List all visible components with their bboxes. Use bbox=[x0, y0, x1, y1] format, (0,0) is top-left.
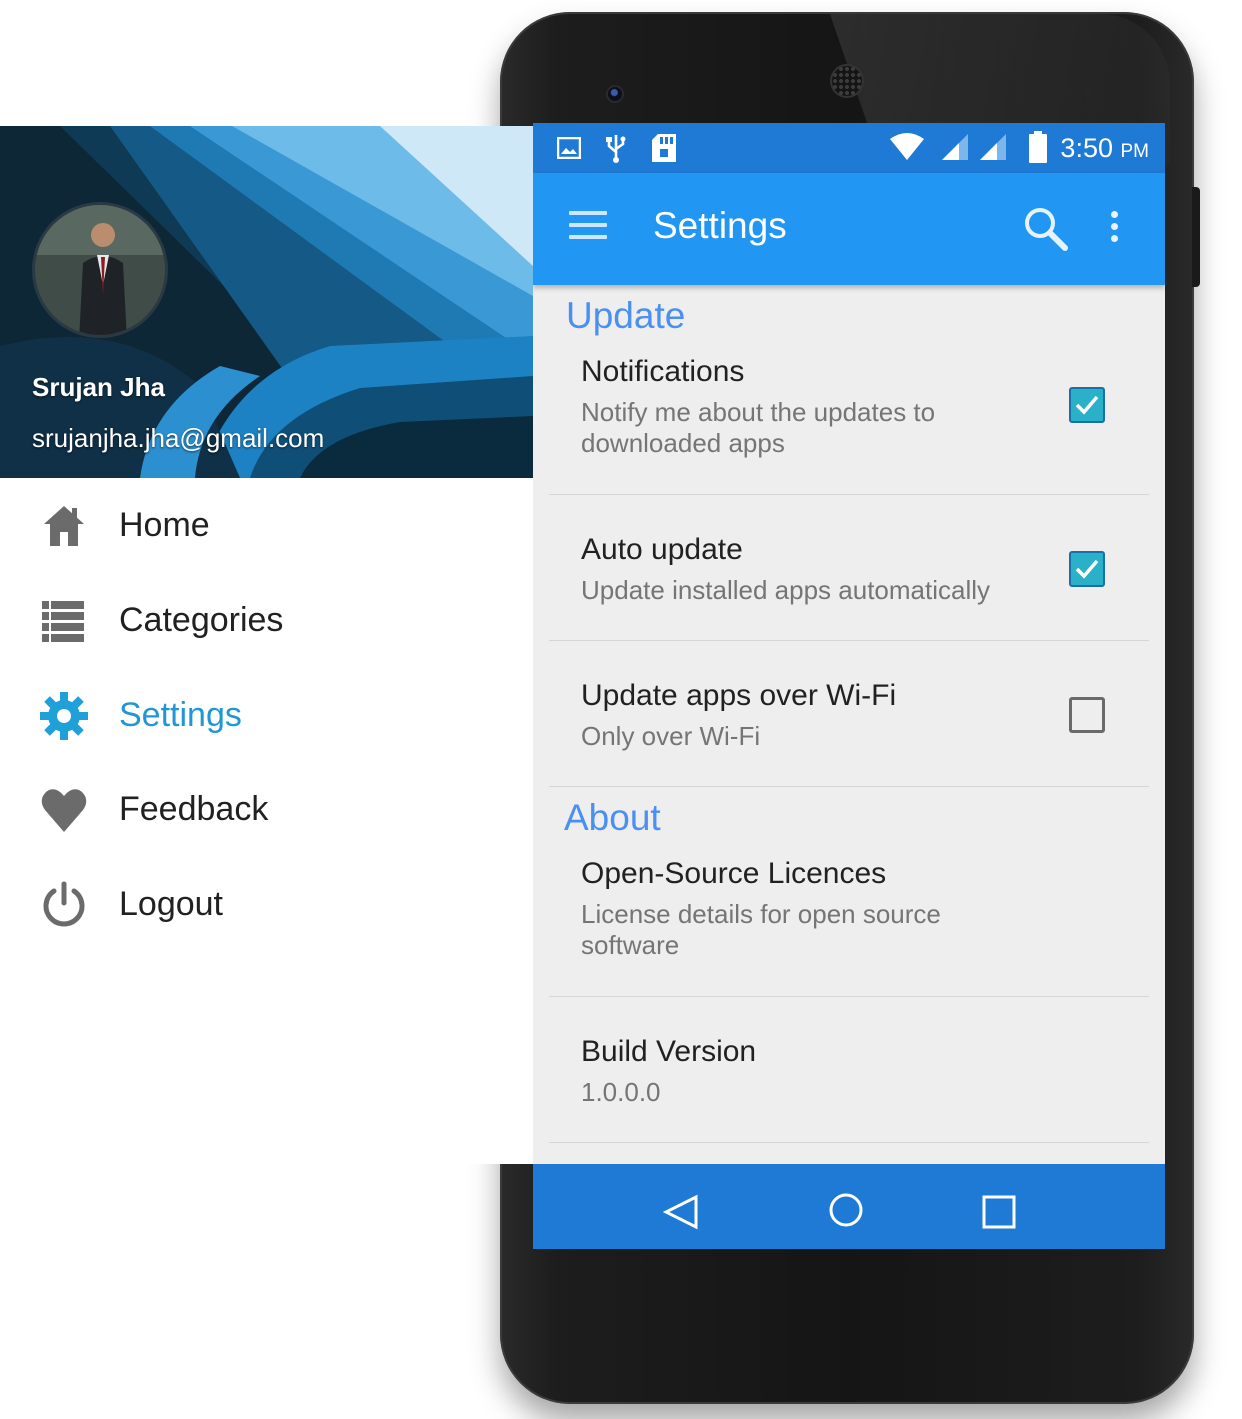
pref-update-over-wifi[interactable]: Update apps over Wi-Fi Only over Wi-Fi bbox=[549, 641, 1149, 787]
more-vert-icon[interactable] bbox=[1111, 211, 1119, 247]
drawer-item-label: Feedback bbox=[119, 790, 269, 828]
earpiece-speaker bbox=[830, 64, 864, 98]
page-title: Settings bbox=[653, 205, 787, 246]
wifi-icon bbox=[890, 133, 924, 160]
section-header-update: Update bbox=[566, 295, 686, 336]
drawer-item-settings[interactable]: Settings bbox=[0, 672, 533, 762]
gear-icon bbox=[40, 692, 88, 740]
app-bar: Settings bbox=[533, 173, 1165, 285]
image-icon bbox=[557, 137, 581, 159]
pref-notifications[interactable]: Notifications Notify me about the update… bbox=[549, 345, 1149, 495]
drawer-item-categories[interactable]: Categories bbox=[0, 577, 533, 667]
user-email: srujanjha.jha@gmail.com bbox=[32, 423, 325, 453]
navigation-drawer: Srujan Jha srujanjha.jha@gmail.com Home … bbox=[0, 126, 533, 1164]
pref-summary: 1.0.0.0 bbox=[581, 1077, 661, 1107]
search-icon[interactable] bbox=[1023, 206, 1069, 252]
navigation-bar bbox=[533, 1164, 1165, 1249]
pref-title: Auto update bbox=[581, 533, 743, 566]
light-sensor bbox=[1084, 86, 1094, 96]
front-camera bbox=[606, 85, 624, 103]
drawer-item-home[interactable]: Home bbox=[0, 482, 533, 572]
pref-title: Update apps over Wi-Fi bbox=[581, 679, 897, 712]
pref-title: Open-Source Licences bbox=[581, 857, 887, 890]
status-bar: 3:50 PM bbox=[533, 123, 1165, 173]
list-icon bbox=[42, 601, 84, 642]
drawer-item-label: Logout bbox=[119, 885, 223, 923]
clock: 3:50 PM bbox=[1060, 133, 1149, 163]
settings-list: Update Notifications Notify me about the… bbox=[533, 285, 1165, 1165]
drawer-item-logout[interactable]: Logout bbox=[0, 861, 533, 951]
wifi-only-checkbox[interactable] bbox=[1069, 697, 1105, 733]
pref-summary: Only over Wi-Fi bbox=[581, 721, 761, 751]
pref-summary: Notify me about the updates to downloade… bbox=[581, 397, 936, 458]
signal-icon bbox=[980, 134, 1006, 160]
checkmark-icon bbox=[1075, 395, 1099, 415]
back-icon[interactable] bbox=[663, 1194, 699, 1230]
pref-summary: Update installed apps automatically bbox=[581, 575, 991, 605]
usb-icon bbox=[606, 135, 626, 163]
drawer-item-label: Categories bbox=[119, 601, 284, 639]
avatar[interactable] bbox=[32, 202, 168, 338]
recents-icon[interactable] bbox=[981, 1194, 1017, 1230]
pref-summary: License details for open source software bbox=[581, 899, 941, 960]
drawer-item-label: Home bbox=[119, 506, 210, 544]
sd-card-icon bbox=[652, 134, 676, 162]
home-icon bbox=[44, 506, 84, 546]
heart-icon bbox=[41, 789, 87, 832]
phone-side-button bbox=[1192, 187, 1200, 287]
pref-title: Notifications bbox=[581, 355, 745, 388]
power-icon bbox=[43, 881, 85, 927]
pref-build-version[interactable]: Build Version 1.0.0.0 bbox=[549, 997, 1149, 1143]
proximity-sensor bbox=[1062, 86, 1072, 96]
pref-title: Build Version bbox=[581, 1035, 757, 1068]
drawer-item-feedback[interactable]: Feedback bbox=[0, 766, 533, 856]
section-header-about: About bbox=[564, 797, 661, 838]
auto-update-checkbox[interactable] bbox=[1069, 551, 1105, 587]
checkmark-icon bbox=[1075, 559, 1099, 579]
battery-icon bbox=[1029, 131, 1047, 163]
pref-auto-update[interactable]: Auto update Update installed apps automa… bbox=[549, 495, 1149, 641]
pref-open-source-licences[interactable]: Open-Source Licences License details for… bbox=[549, 847, 1149, 997]
drawer-item-label: Settings bbox=[119, 696, 242, 734]
user-name: Srujan Jha bbox=[32, 372, 165, 402]
signal-icon bbox=[942, 134, 968, 160]
home-icon[interactable] bbox=[828, 1192, 864, 1228]
profile-photo bbox=[35, 205, 165, 335]
phone-screen: 3:50 PM Settings Update Notifications No… bbox=[533, 123, 1165, 1249]
notifications-checkbox[interactable] bbox=[1069, 387, 1105, 423]
menu-icon[interactable] bbox=[569, 211, 607, 243]
drawer-header: Srujan Jha srujanjha.jha@gmail.com bbox=[0, 126, 533, 478]
